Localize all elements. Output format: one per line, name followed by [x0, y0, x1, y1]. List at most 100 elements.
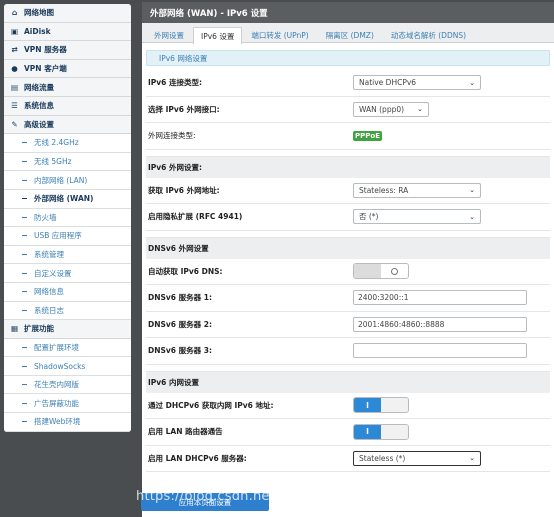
list-icon: ☰: [11, 101, 18, 111]
dns3-row: DNSv6 服务器 3:: [146, 338, 550, 365]
sidebar-menu: ⌂ 网络地图 ▣ AiDisk ⇄ VPN 服务器 ● VPN 客户端 ▤ 网络流量 ☰ 系统信息 ✎ 高…: [4, 4, 131, 432]
sidebar-subitem[interactable]: 自定义设置: [4, 264, 131, 283]
sidebar-item-label: 网络信息: [34, 287, 64, 297]
grid-icon: ▦: [10, 324, 19, 334]
sidebar-item[interactable]: ✎ 高级设置: [4, 115, 131, 135]
globe-icon: ●: [11, 64, 18, 74]
dns2-row: DNSv6 服务器 2: 2001:4860:4860::8888: [146, 312, 550, 338]
sidebar-subitem[interactable]: 网络信息: [4, 282, 131, 302]
sidebar-item-label: 网络流量: [24, 82, 54, 92]
ipv6-address-label: 获取 IPv6 外网地址:: [148, 185, 220, 195]
sidebar-item-label: 花生壳内网版: [34, 380, 79, 390]
toggle-on-right: [381, 424, 408, 439]
toggle-on-left: I: [354, 424, 381, 439]
ipv6-connection-type-select[interactable]: Native DHCPv6 ⌄: [353, 75, 481, 91]
sidebar-subitem[interactable]: 系统管理: [4, 245, 131, 265]
sidebar-subitem[interactable]: 系统日志: [4, 301, 131, 321]
chevron-down-icon: ⌄: [469, 212, 475, 221]
info-banner: IPv6 网络设置: [146, 50, 550, 66]
privacy-extension-select[interactable]: 否 (*) ⌄: [353, 209, 481, 225]
sidebar-item-label: USB 应用程序: [34, 231, 82, 241]
external-connection-type-label: 外网连接类型:: [148, 131, 196, 141]
sidebar-item[interactable]: ● VPN 客户端: [4, 59, 131, 79]
off-ring-icon: [391, 267, 398, 275]
tab-dmz[interactable]: 隔离区 (DMZ): [318, 27, 382, 43]
toggle-off-left: [354, 264, 381, 279]
sidebar-subitem[interactable]: 无线 5GHz: [4, 152, 131, 172]
dhcpv6-server-row: 启用 LAN DHCPv6 服务器: Stateless (*) ⌄: [146, 446, 550, 472]
wan-interface-select[interactable]: WAN (ppp0) ⌄: [353, 101, 429, 117]
external-connection-type-row: 外网连接类型: PPPoE: [146, 123, 550, 150]
tab-port-forwarding[interactable]: 端口转发 (UPnP): [243, 27, 316, 43]
sidebar-item-label: 内部网络 (LAN): [34, 175, 88, 185]
dhcpv6-address-toggle[interactable]: I: [353, 397, 409, 414]
sidebar-item[interactable]: ⇄ VPN 服务器: [4, 41, 131, 60]
sidebar-item-label: 无线 2.4GHz: [34, 138, 79, 148]
ipv6-connection-type-label: IPv6 连接类型:: [148, 78, 203, 88]
sidebar-item-label: 网络地图: [24, 8, 54, 18]
sidebar-item-label: 广告屏蔽功能: [34, 398, 79, 408]
sidebar-item-label: 外部网络 (WAN): [34, 194, 94, 204]
dash-icon: [22, 254, 27, 256]
dash-icon: [22, 179, 27, 181]
ipv6-connection-type-row: IPv6 连接类型: Native DHCPv6 ⌄: [146, 70, 550, 97]
sidebar-item-label: VPN 客户端: [24, 64, 67, 74]
dns1-input[interactable]: 2400:3200::1: [353, 290, 527, 306]
sidebar-subitem[interactable]: 内部网络 (LAN): [4, 171, 131, 190]
sidebar-subitem[interactable]: USB 应用程序: [4, 227, 131, 246]
wan-interface-row: 选择 IPv6 外网接口: WAN (ppp0) ⌄: [146, 97, 550, 123]
sidebar-item-label: 高级设置: [24, 119, 54, 129]
ipv6-address-value: Stateless: RA: [359, 185, 409, 195]
dash-icon: [22, 402, 27, 404]
chevron-down-icon: ⌄: [469, 454, 475, 463]
ipv6-connection-type-value: Native DHCPv6: [359, 78, 417, 88]
sidebar-subitem[interactable]: 外部网络 (WAN): [4, 189, 131, 209]
dash-icon: [22, 216, 27, 218]
dns2-input[interactable]: 2001:4860:4860::8888: [353, 316, 527, 332]
dns3-input[interactable]: [353, 343, 527, 359]
dash-icon: [22, 161, 27, 163]
sidebar-item[interactable]: ☰ 系统信息: [4, 96, 131, 116]
sidebar-subitem[interactable]: 搭建Web环境: [4, 413, 131, 432]
router-advert-toggle[interactable]: I: [353, 423, 409, 440]
sidebar-subitem[interactable]: 配置扩展环境: [4, 338, 131, 358]
sidebar-item[interactable]: ⌂ 网络地图: [4, 4, 131, 23]
sidebar-subitem[interactable]: 花生壳内网版: [4, 375, 131, 395]
home-icon: ⌂: [11, 8, 18, 18]
dns2-label: DNSv6 服务器 2:: [148, 319, 212, 329]
dash-icon: [22, 272, 27, 274]
sidebar-item[interactable]: ▤ 网络流量: [4, 78, 131, 97]
dhcpv6-server-label: 启用 LAN DHCPv6 服务器:: [148, 453, 247, 463]
router-advert-row: 启用 LAN 路由器通告 I: [146, 419, 550, 446]
page-title: 外部网络 (WAN) - IPv6 设置: [142, 2, 554, 23]
wan-interface-label: 选择 IPv6 外网接口:: [148, 104, 220, 114]
dash-icon: [22, 142, 27, 144]
dhcpv6-server-select[interactable]: Stateless (*) ⌄: [353, 450, 481, 466]
sidebar-item[interactable]: ▣ AiDisk: [4, 22, 131, 42]
sidebar-item[interactable]: ▦ 扩展功能: [4, 320, 131, 339]
swap-icon: ⇄: [11, 45, 18, 55]
dash-icon: [22, 198, 27, 200]
privacy-extension-label: 启用隐私扩展 (RFC 4941): [148, 212, 243, 222]
aidisk-icon: ▣: [10, 26, 19, 36]
toggle-off-right: [381, 264, 408, 279]
dhcpv6-address-label: 通过 DHCPv6 获取内网 IPv6 地址:: [148, 400, 274, 410]
auto-dns-row: 自动获取 IPv6 DNS:: [146, 259, 550, 285]
tab-ipv6-settings[interactable]: IPv6 设置: [193, 27, 243, 44]
sidebar-item-label: 系统信息: [24, 101, 54, 111]
sidebar-subitem[interactable]: 防火墙: [4, 208, 131, 228]
sidebar-item-label: 防火墙: [34, 212, 57, 222]
tab-ddns[interactable]: 动态域名解析 (DDNS): [383, 27, 474, 43]
dash-icon: [22, 235, 27, 237]
sidebar-item-label: VPN 服务器: [24, 45, 67, 55]
ipv6-lan-section-header: IPv6 内网设置: [146, 370, 550, 393]
privacy-extension-row: 启用隐私扩展 (RFC 4941) 否 (*) ⌄: [146, 204, 550, 231]
dash-icon: [22, 291, 27, 293]
auto-dns-toggle[interactable]: [353, 263, 409, 280]
tab-wan-settings[interactable]: 外网设置: [146, 27, 192, 43]
sidebar-subitem[interactable]: 广告屏蔽功能: [4, 394, 131, 414]
sidebar-subitem[interactable]: 无线 2.4GHz: [4, 134, 131, 153]
sidebar-subitem[interactable]: ShadowSocks: [4, 357, 131, 376]
ipv6-address-select[interactable]: Stateless: RA ⌄: [353, 182, 481, 198]
toggle-on-left: I: [354, 398, 381, 413]
